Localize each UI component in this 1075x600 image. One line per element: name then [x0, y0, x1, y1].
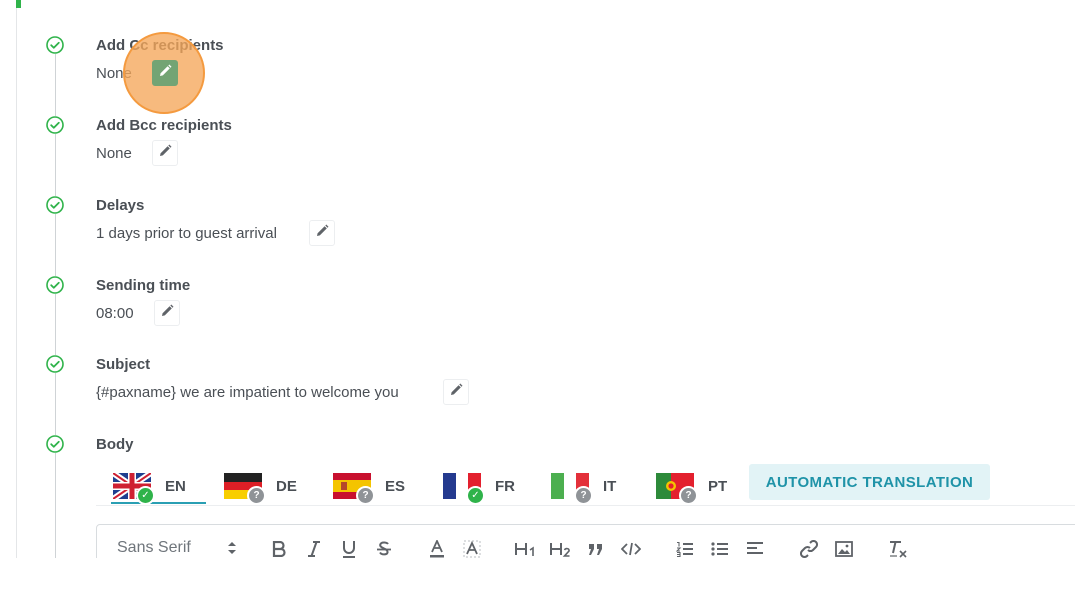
- tab-label: PT: [708, 477, 728, 495]
- edit-delays-button[interactable]: [309, 220, 335, 246]
- automatic-translation-button[interactable]: AUTOMATIC TRANSLATION: [749, 464, 990, 500]
- pt-flag-icon: ?: [656, 473, 698, 505]
- it-flag-icon: ?: [551, 473, 593, 505]
- tab-label: IT: [603, 477, 617, 495]
- check-circle-icon: [46, 355, 64, 373]
- tab-lang-de[interactable]: ? DE: [224, 466, 297, 506]
- tab-label: FR: [495, 477, 515, 495]
- tab-lang-pt[interactable]: ? PT: [656, 466, 727, 506]
- edit-bcc-button[interactable]: [152, 140, 178, 166]
- pencil-icon: [158, 64, 172, 83]
- check-circle-icon: [46, 196, 64, 214]
- pencil-icon: [315, 224, 329, 243]
- translated-check-icon: ✓: [466, 486, 485, 505]
- translated-check-icon: ✓: [136, 486, 155, 505]
- step-value: 08:00: [96, 305, 134, 322]
- es-flag-icon: ?: [333, 473, 375, 505]
- pencil-icon: [158, 144, 172, 163]
- tab-lang-it[interactable]: ? IT: [551, 466, 616, 506]
- missing-translation-icon: ?: [574, 486, 593, 505]
- page-background: [0, 558, 1075, 600]
- tab-label: DE: [276, 477, 297, 495]
- check-circle-icon: [46, 435, 64, 453]
- pencil-icon: [449, 383, 463, 402]
- check-circle-icon: [46, 116, 64, 134]
- missing-translation-icon: ?: [679, 486, 698, 505]
- edit-sending-time-button[interactable]: [154, 300, 180, 326]
- uk-flag-icon: ✓: [111, 470, 155, 505]
- step-title: Sending time: [96, 277, 191, 294]
- step-title: Subject: [96, 356, 151, 373]
- edit-subject-button[interactable]: [443, 379, 469, 405]
- tab-lang-es[interactable]: ? ES: [333, 466, 405, 506]
- missing-translation-icon: ?: [247, 486, 266, 505]
- tab-label: ES: [385, 477, 406, 495]
- tab-lang-fr[interactable]: ✓ FR: [443, 466, 515, 506]
- check-circle-icon: [46, 276, 64, 294]
- edit-cc-button[interactable]: [152, 60, 178, 86]
- step-title: Delays: [96, 197, 145, 214]
- check-circle-icon: [46, 36, 64, 54]
- de-flag-icon: ?: [224, 473, 266, 505]
- step-value: 1 days prior to guest arrival: [96, 225, 277, 242]
- step-title: Add Bcc recipients: [96, 117, 232, 134]
- fr-flag-icon: ✓: [443, 473, 485, 505]
- tab-label: EN: [165, 477, 186, 495]
- pencil-icon: [160, 304, 174, 323]
- font-select[interactable]: Sans Serif: [117, 539, 191, 557]
- card-accent: [16, 0, 21, 8]
- step-value: {#paxname} we are impatient to welcome y…: [96, 384, 399, 401]
- tab-lang-en[interactable]: ✓ EN: [111, 466, 186, 506]
- step-title: Body: [96, 436, 134, 453]
- missing-translation-icon: ?: [356, 486, 375, 505]
- step-value: None: [96, 145, 132, 162]
